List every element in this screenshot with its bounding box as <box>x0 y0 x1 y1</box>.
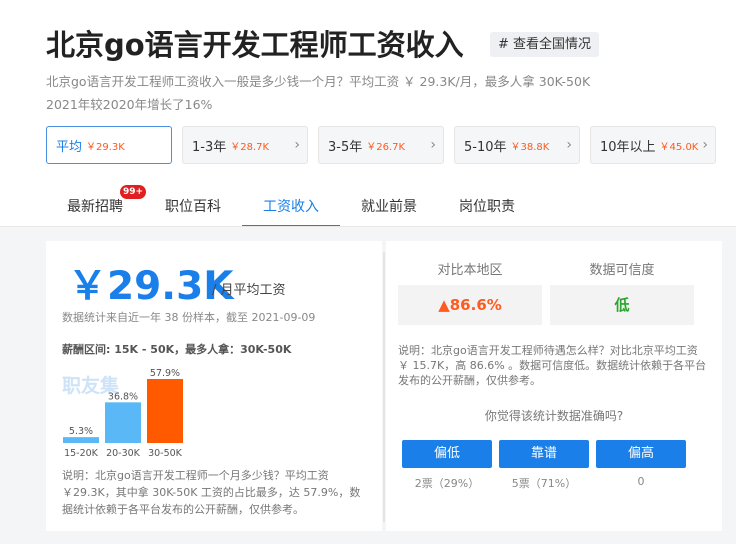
bar-15-20K <box>63 437 99 443</box>
region-percent: 86.6% <box>449 296 502 314</box>
range-10-plus-years[interactable]: 10年以上 ￥45.0K › <box>590 126 716 164</box>
region-compare-value: ▲86.6% <box>398 285 542 325</box>
range-label: 1-3年 <box>192 139 227 155</box>
panel-divider <box>383 252 385 522</box>
bar-category-label: 15-20K <box>64 448 99 459</box>
range-label: 5-10年 <box>464 139 507 155</box>
vote-high-count: 0 <box>637 475 645 488</box>
tab-salary[interactable]: 工资收入 <box>242 187 340 227</box>
page-description: 北京go语言开发工程师工资收入一般是多少钱一个月？平均工资 ￥ 29.3K/月，… <box>46 70 686 116</box>
vote-high-button[interactable]: 偏高 <box>596 440 686 468</box>
tab-prospects[interactable]: 就业前景 <box>340 187 438 227</box>
accuracy-question: 你觉得该统计数据准确吗? <box>484 409 624 423</box>
range-value: ￥29.3K <box>86 141 125 153</box>
vote-reliable-count: 5票（71%） <box>511 477 577 490</box>
tab-job-wiki[interactable]: 职位百科 <box>144 187 242 227</box>
comparison-panel: 对比本地区 数据可信度 ▲86.6% 低 说明：北京go语言开发工程师待遇怎么样… <box>386 241 722 531</box>
chevron-right-icon: › <box>294 137 300 153</box>
trust-heading: 数据可信度 <box>589 263 655 278</box>
range-3-5-years[interactable]: 3-5年 ￥26.7K › <box>318 126 444 164</box>
vote-low-button[interactable]: 偏低 <box>402 440 492 468</box>
trust-value: 低 <box>550 285 694 325</box>
range-value: ￥38.8K <box>510 141 550 153</box>
tab-latest-jobs[interactable]: 最新招聘 99+ <box>46 185 147 227</box>
average-salary: ￥29.3K <box>68 264 234 309</box>
growth-line: 2021年较2020年增长了16% <box>46 97 213 112</box>
range-average[interactable]: 平均 ￥29.3K <box>46 126 172 164</box>
tab-label: 最新招聘 <box>67 199 123 215</box>
range-1-3-years[interactable]: 1-3年 ￥28.7K › <box>182 126 308 164</box>
vote-reliable-button[interactable]: 靠谱 <box>499 440 589 468</box>
bar-30-50K <box>147 379 183 443</box>
chevron-right-icon: › <box>702 137 708 153</box>
comparison-note: 说明：北京go语言开发工程师待遇怎么样？对比北京平均工资 ￥ 15.7K，高 8… <box>398 344 707 387</box>
salary-distribution-chart: 5.3% 15-20K 36.8% 20-30K 57.9% 30-50K <box>63 368 183 459</box>
section-tabs: 最新招聘 99+ 职位百科 工资收入 就业前景 岗位职责 <box>46 185 536 227</box>
bar-20-30K <box>105 402 141 443</box>
salary-panel: ￥29.3K / 月平均工资 数据统计来自近一年 38 份样本，截至 2021-… <box>46 241 382 531</box>
vote-low-count: 2票（29%） <box>414 477 480 490</box>
description-line: 北京go语言开发工程师工资收入一般是多少钱一个月？平均工资 ￥ 29.3K/月，… <box>46 74 591 89</box>
experience-filter: 平均 ￥29.3K 1-3年 ￥28.7K › 3-5年 ￥26.7K › 5-… <box>46 126 716 164</box>
range-value: ￥45.0K <box>659 141 699 153</box>
range-label: 10年以上 <box>600 139 656 155</box>
sample-info: 数据统计来自近一年 38 份样本，截至 2021-09-09 <box>62 311 316 324</box>
header-section: 北京go语言开发工程师工资收入 # 查看全国情况 北京go语言开发工程师工资收入… <box>0 0 736 227</box>
arrow-up-icon: ▲ <box>438 296 450 314</box>
bar-value-label: 5.3% <box>69 426 93 437</box>
bar-category-label: 20-30K <box>106 448 141 459</box>
region-compare-heading: 对比本地区 <box>437 263 503 278</box>
range-label: 3-5年 <box>328 139 363 155</box>
bar-value-label: 36.8% <box>108 391 138 402</box>
range-label: 平均 <box>56 139 83 155</box>
view-national-button[interactable]: # 查看全国情况 <box>490 32 600 57</box>
chevron-right-icon: › <box>566 137 572 153</box>
tab-responsibilities[interactable]: 岗位职责 <box>438 187 536 227</box>
page-title: 北京go语言开发工程师工资收入 <box>46 28 464 62</box>
jobs-count-badge: 99+ <box>120 185 147 199</box>
average-salary-label: / 月平均工资 <box>212 283 286 298</box>
range-5-10-years[interactable]: 5-10年 ￥38.8K › <box>454 126 580 164</box>
range-value: ￥26.7K <box>366 141 406 153</box>
salary-range-summary: 薪酬区间: 15K - 50K，最多人拿：30K-50K <box>62 343 292 356</box>
bar-category-label: 30-50K <box>148 448 183 459</box>
bar-value-label: 57.9% <box>150 368 180 379</box>
chevron-right-icon: › <box>430 137 436 153</box>
salary-note: 说明：北京go语言开发工程师一个月多少钱？平均工资 ￥29.3K，其中拿 30K… <box>62 469 361 516</box>
range-value: ￥28.7K <box>230 141 270 153</box>
